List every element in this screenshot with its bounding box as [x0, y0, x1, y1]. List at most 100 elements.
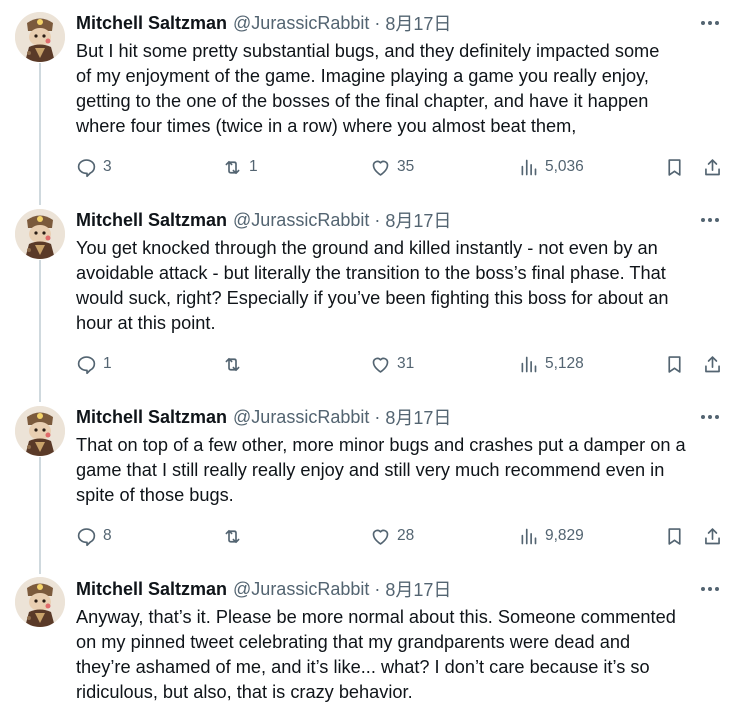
tweet-text: But I hit some pretty substantial bugs, …: [76, 39, 726, 139]
heart-icon: [372, 357, 389, 373]
author-handle[interactable]: @JurassicRabbit: [233, 407, 369, 428]
share-icon: [705, 355, 720, 372]
bookmark-button[interactable]: [664, 154, 685, 180]
tweet-text-line: on my pinned tweet celebrating that my g…: [76, 632, 631, 652]
retweet-icon: [225, 160, 240, 174]
tweet-text-line: You get knocked through the ground and k…: [76, 238, 658, 258]
tweet-text-line: of my enjoyment of the game. Imagine pla…: [76, 66, 649, 86]
tweet-text-line: That on top of a few other, more minor b…: [76, 435, 686, 455]
action-bar: 8 28 9,829: [76, 523, 726, 549]
heart-icon: [372, 529, 389, 545]
bookmark-button[interactable]: [664, 351, 685, 377]
views-chart-icon: [521, 159, 537, 175]
author-name[interactable]: Mitchell Saltzman: [76, 579, 227, 600]
avatar[interactable]: [15, 406, 65, 456]
tweet-text-line: ridiculous, but also, that is crazy beha…: [76, 682, 413, 702]
author-handle[interactable]: @JurassicRabbit: [233, 13, 369, 34]
bookmark-icon: [668, 527, 681, 545]
tweet-text: You get knocked through the ground and k…: [76, 236, 726, 336]
tweet-text-line: But I hit some pretty substantial bugs, …: [76, 41, 660, 61]
avatar[interactable]: [15, 577, 65, 627]
tweet-text-line: where four times (twice in a row) where …: [76, 116, 577, 136]
author-name[interactable]: Mitchell Saltzman: [76, 407, 227, 428]
more-dots-icon[interactable]: [698, 209, 722, 231]
share-button[interactable]: [702, 154, 723, 180]
tweet-text-line: hour at this point.: [76, 313, 216, 333]
separator: ·: [374, 406, 381, 427]
reply-icon: [77, 527, 96, 546]
timestamp[interactable]: 8月17日: [385, 576, 451, 602]
action-bar: 1 31 5,128: [76, 351, 726, 377]
bookmark-icon: [668, 355, 681, 373]
share-icon: [705, 158, 720, 175]
reply-button[interactable]: 1: [76, 351, 112, 377]
tweet-text-line: game that I still really really enjoy an…: [76, 460, 665, 480]
author-name[interactable]: Mitchell Saltzman: [76, 13, 227, 34]
reply-icon: [77, 355, 96, 374]
author-handle[interactable]: @JurassicRabbit: [233, 210, 369, 231]
retweet-icon: [225, 357, 240, 371]
like-count: 35: [397, 158, 415, 175]
tweet-header: Mitchell Saltzman @JurassicRabbit · 8月17…: [76, 404, 451, 430]
views-count: 5,128: [545, 355, 584, 372]
retweet-button[interactable]: 1: [222, 154, 258, 180]
avatar[interactable]: [15, 209, 65, 259]
reply-count: 8: [103, 527, 112, 544]
tweet-text-line: spite of those bugs.: [76, 485, 234, 505]
more-dots-icon[interactable]: [698, 12, 722, 34]
share-button[interactable]: [702, 351, 723, 377]
tweet[interactable]: Mitchell Saltzman @JurassicRabbit · 8月17…: [0, 395, 736, 567]
retweet-button[interactable]: [222, 351, 243, 377]
tweet-header: Mitchell Saltzman @JurassicRabbit · 8月17…: [76, 576, 451, 602]
retweet-count: 1: [249, 158, 258, 175]
tweet-header: Mitchell Saltzman @JurassicRabbit · 8月17…: [76, 207, 451, 233]
tweet[interactable]: Mitchell Saltzman @JurassicRabbit · 8月17…: [0, 0, 736, 198]
views-chart-icon: [521, 528, 537, 544]
views-button[interactable]: 9,829: [518, 523, 584, 549]
action-bar: 3 1 35 5,036: [76, 154, 726, 180]
timestamp[interactable]: 8月17日: [385, 10, 451, 36]
avatar[interactable]: [15, 12, 65, 62]
views-chart-icon: [521, 356, 537, 372]
share-icon: [705, 527, 720, 544]
share-button[interactable]: [702, 523, 723, 549]
separator: ·: [374, 209, 381, 230]
tweet-text-line: avoidable attack - but literally the tra…: [76, 263, 666, 283]
tweet-text-line: they’re ashamed of me, and it’s like... …: [76, 657, 650, 677]
views-count: 5,036: [545, 158, 584, 175]
like-count: 28: [397, 527, 415, 544]
reply-button[interactable]: 3: [76, 154, 112, 180]
reply-count: 3: [103, 158, 112, 175]
reply-button[interactable]: 8: [76, 523, 112, 549]
timestamp[interactable]: 8月17日: [385, 404, 451, 430]
reply-icon: [77, 158, 96, 177]
author-name[interactable]: Mitchell Saltzman: [76, 210, 227, 231]
tweet-header: Mitchell Saltzman @JurassicRabbit · 8月17…: [76, 10, 451, 36]
tweet-text: Anyway, that’s it. Please be more normal…: [76, 605, 726, 705]
like-button[interactable]: 31: [370, 351, 414, 377]
tweet-text-line: would suck, right? Especially if you’ve …: [76, 288, 669, 308]
tweet[interactable]: Mitchell Saltzman @JurassicRabbit · 8月17…: [0, 567, 736, 714]
heart-icon: [372, 160, 389, 176]
retweet-button[interactable]: [222, 523, 243, 549]
bookmark-icon: [668, 158, 681, 176]
like-count: 31: [397, 355, 415, 372]
like-button[interactable]: 28: [370, 523, 414, 549]
separator: ·: [374, 578, 381, 599]
views-button[interactable]: 5,036: [518, 154, 584, 180]
tweet-text: That on top of a few other, more minor b…: [76, 433, 726, 508]
tweet-text-line: Anyway, that’s it. Please be more normal…: [76, 607, 676, 627]
author-handle[interactable]: @JurassicRabbit: [233, 579, 369, 600]
like-button[interactable]: 35: [370, 154, 414, 180]
tweet-text-line: getting to the one of the bosses of the …: [76, 91, 649, 111]
separator: ·: [374, 12, 381, 33]
views-button[interactable]: 5,128: [518, 351, 584, 377]
more-dots-icon[interactable]: [698, 406, 722, 428]
timestamp[interactable]: 8月17日: [385, 207, 451, 233]
views-count: 9,829: [545, 527, 584, 544]
more-dots-icon[interactable]: [698, 578, 722, 600]
tweet[interactable]: Mitchell Saltzman @JurassicRabbit · 8月17…: [0, 198, 736, 395]
reply-count: 1: [103, 355, 112, 372]
retweet-icon: [225, 529, 240, 543]
bookmark-button[interactable]: [664, 523, 685, 549]
